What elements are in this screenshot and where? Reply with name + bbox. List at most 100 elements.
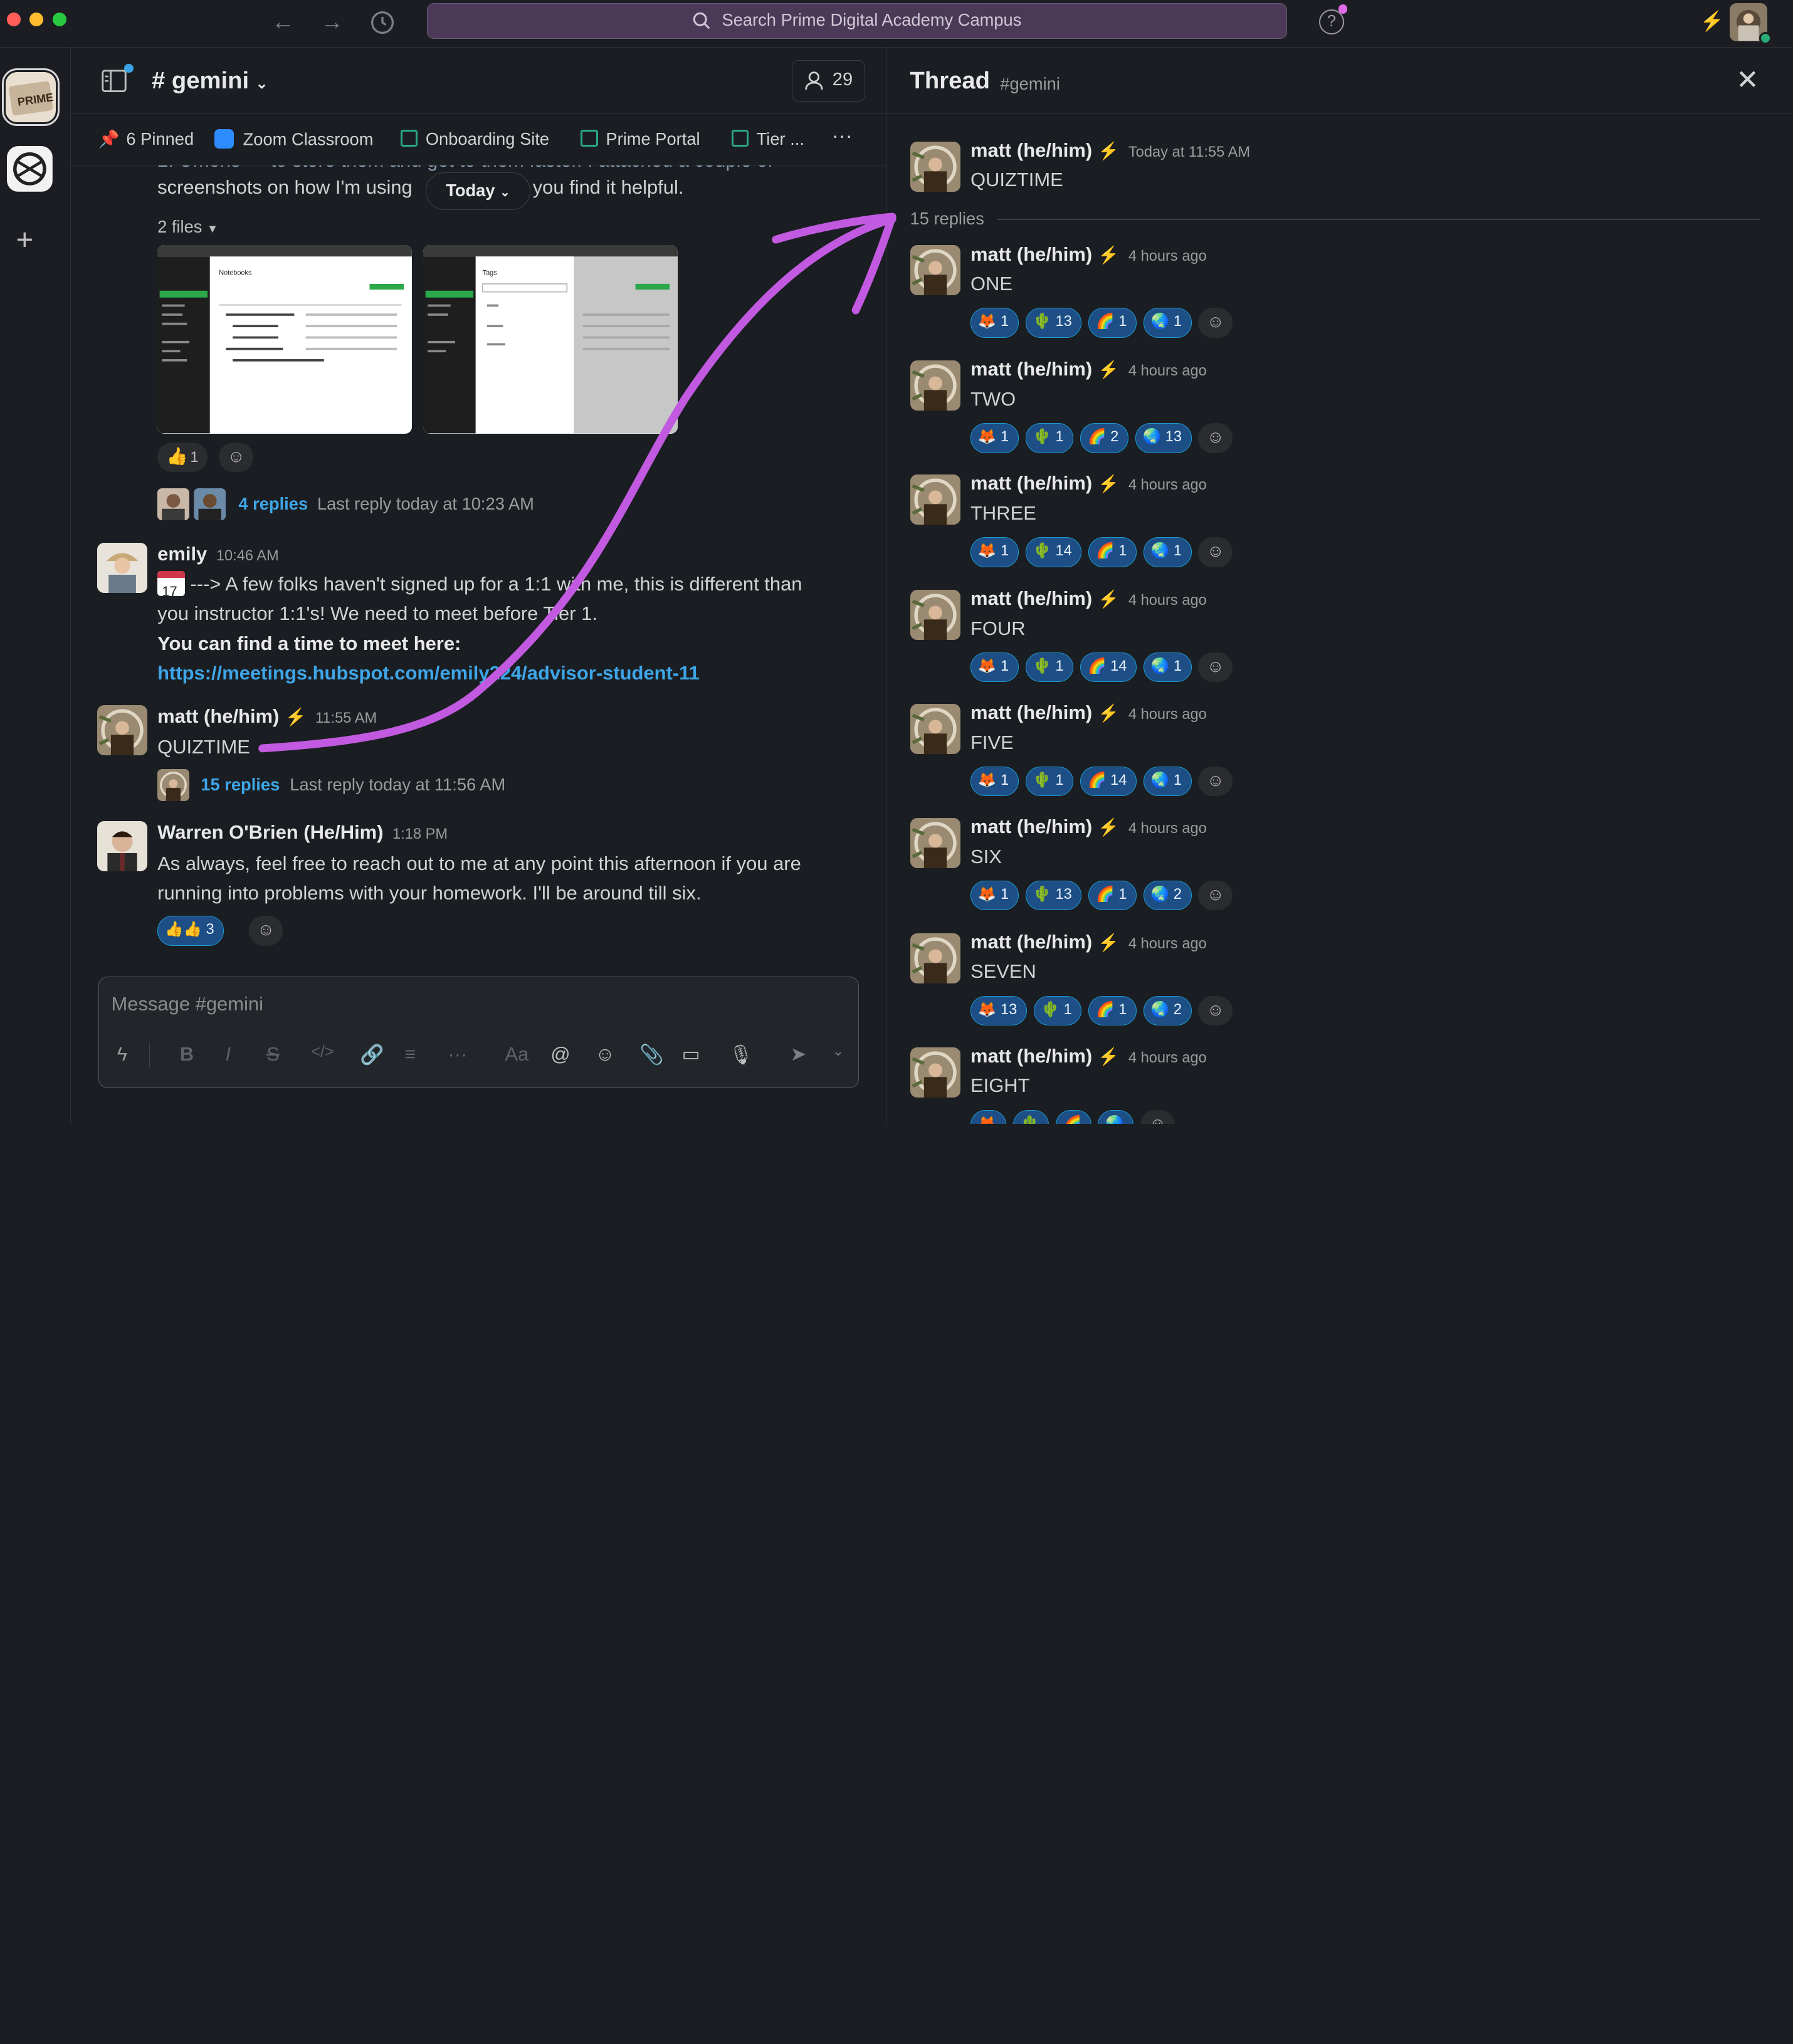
sender-name[interactable]: matt (he/him) [157, 705, 279, 727]
history-clock-icon[interactable] [366, 7, 398, 36]
sidebar-toggle-icon[interactable] [102, 70, 127, 97]
reaction-fox[interactable]: 🦊 1 [970, 423, 1019, 453]
reaction-rainbow[interactable]: 🌈 2 [1080, 423, 1128, 453]
sender-name[interactable]: matt (he/him) [970, 701, 1092, 723]
sender-name[interactable]: matt (he/him) [970, 243, 1092, 265]
bookmark-zoom[interactable]: Zoom Classroom [214, 128, 373, 149]
forward-arrow-icon[interactable]: → [316, 7, 348, 36]
reaction-cactus[interactable]: 🌵 1 [1033, 995, 1082, 1026]
add-reaction-icon[interactable]: ☺ [219, 443, 254, 473]
add-reaction-icon[interactable]: ☺ [1198, 308, 1233, 338]
send-options-icon[interactable]: ⌄ [833, 1043, 844, 1059]
add-reaction-icon[interactable]: ☺ [1198, 995, 1233, 1026]
reaction-fox[interactable]: 🦊 [970, 1109, 1006, 1124]
add-reaction-icon[interactable]: ☺ [248, 916, 283, 946]
emoji-icon[interactable]: ☺ [595, 1043, 615, 1066]
add-workspace-icon[interactable]: + [16, 223, 33, 257]
reaction-fox[interactable]: 🦊 1 [970, 308, 1019, 338]
avatar-matt[interactable] [910, 474, 960, 525]
video-icon[interactable]: ▭ [682, 1043, 700, 1066]
reaction-rainbow[interactable]: 🌈 [1055, 1109, 1091, 1124]
composer-input[interactable]: Message #gemini [112, 993, 263, 1015]
timestamp[interactable]: 4 hours ago [1128, 248, 1207, 265]
avatar-matt[interactable] [910, 141, 960, 192]
files-toggle[interactable]: 2 files ▼ [157, 217, 218, 237]
timestamp[interactable]: 4 hours ago [1128, 1050, 1207, 1066]
more-format-icon[interactable]: ··· [448, 1043, 467, 1066]
reaction-rainbow[interactable]: 🌈 1 [1088, 995, 1137, 1026]
send-icon[interactable]: ➤ [790, 1043, 806, 1066]
close-icon[interactable]: ✕ [1736, 64, 1759, 96]
sender-name[interactable]: matt (he/him) [970, 815, 1092, 837]
timestamp[interactable]: 4 hours ago [1128, 936, 1207, 952]
reaction-cactus[interactable]: 🌵 1 [1025, 423, 1074, 453]
timestamp[interactable]: 4 hours ago [1128, 477, 1207, 493]
reaction-fox[interactable]: 🦊 1 [970, 767, 1019, 797]
microphone-icon[interactable]: 🎙 [728, 1043, 753, 1066]
timestamp[interactable]: 4 hours ago [1128, 706, 1207, 723]
add-reaction-icon[interactable]: ☺ [1198, 881, 1233, 911]
reaction-globe[interactable]: 🌏 13 [1135, 423, 1192, 453]
avatar-matt[interactable] [910, 933, 960, 983]
add-reaction-icon[interactable]: ☺ [1198, 537, 1233, 567]
reaction-globe[interactable]: 🌏 2 [1143, 881, 1192, 911]
code-icon[interactable]: </> [311, 1043, 334, 1061]
add-reaction-icon[interactable]: ☺ [1198, 767, 1233, 797]
reaction-rainbow[interactable]: 🌈 1 [1088, 881, 1137, 911]
reaction-globe[interactable]: 🌏 1 [1143, 767, 1192, 797]
reaction-cactus[interactable]: 🌵 [1012, 1109, 1049, 1124]
avatar-matt[interactable] [910, 817, 960, 869]
avatar-matt[interactable] [910, 703, 960, 755]
sender-name[interactable]: matt (he/him) [970, 1045, 1092, 1067]
date-divider-button[interactable]: Today ⌄ [425, 172, 531, 210]
bookmark-prime-portal[interactable]: Prime Portal [581, 129, 700, 149]
link-icon[interactable]: 🔗 [360, 1043, 384, 1066]
sender-name[interactable]: emily [157, 543, 207, 565]
reaction-globe[interactable]: 🌏 2 [1143, 995, 1192, 1026]
timestamp[interactable]: Today at 11:55 AM [1128, 144, 1250, 160]
reaction-cactus[interactable]: 🌵 13 [1025, 881, 1082, 911]
italic-icon[interactable]: I [226, 1043, 231, 1066]
reaction-cactus[interactable]: 🌵 13 [1025, 308, 1082, 338]
timestamp[interactable]: 4 hours ago [1128, 820, 1207, 837]
bold-icon[interactable]: B [180, 1043, 194, 1066]
bookmark-tier[interactable]: Tier ... [731, 129, 804, 149]
avatar-warren[interactable] [97, 821, 147, 872]
avatar-matt[interactable] [97, 705, 147, 755]
timestamp[interactable]: 1:18 PM [392, 826, 448, 842]
avatar-emily[interactable] [97, 543, 147, 594]
close-window-button[interactable] [6, 13, 21, 26]
channel-name-button[interactable]: # gemini ⌄ [152, 67, 268, 95]
text-format-icon[interactable]: Aa [505, 1043, 528, 1066]
back-arrow-icon[interactable]: ← [267, 7, 299, 36]
thread-channel[interactable]: #gemini [1000, 74, 1060, 94]
reaction-fox[interactable]: 🦊 13 [970, 995, 1027, 1026]
mention-icon[interactable]: @ [550, 1043, 570, 1066]
reaction-fox[interactable]: 🦊 1 [970, 537, 1019, 567]
avatar-matt[interactable] [910, 245, 960, 296]
reaction-globe[interactable]: 🌏 1 [1143, 537, 1192, 567]
reaction-cactus[interactable]: 🌵 14 [1025, 537, 1082, 567]
bookmark-pinned[interactable]: 📌 6 Pinned [98, 129, 194, 149]
message-composer[interactable]: Message #gemini ϟ B I S </> 🔗 ≡ ··· Aa @… [98, 976, 860, 1089]
minimize-window-button[interactable] [29, 13, 44, 26]
avatar-matt[interactable] [910, 589, 960, 641]
shortcuts-bolt-icon[interactable]: ϟ [117, 1043, 127, 1066]
sender-name[interactable]: matt (he/him) [970, 587, 1092, 609]
reaction-globe[interactable]: 🌏 1 [1143, 308, 1192, 338]
reaction-globe[interactable]: 🌏 1 [1143, 653, 1192, 683]
reaction-cactus[interactable]: 🌵 1 [1025, 653, 1074, 683]
timestamp[interactable]: 4 hours ago [1128, 592, 1207, 609]
more-bookmarks-icon[interactable]: ··· [832, 123, 853, 147]
sender-name[interactable]: matt (he/him) [970, 472, 1092, 494]
add-reaction-icon[interactable]: ☺ [1140, 1109, 1175, 1124]
search-bar[interactable]: Search Prime Digital Academy Campus [426, 3, 1287, 39]
reaction-rainbow[interactable]: 🌈 1 [1088, 537, 1137, 567]
reaction-cactus[interactable]: 🌵 1 [1025, 767, 1074, 797]
replies-link-1[interactable]: 4 replies [238, 494, 308, 514]
reaction-thumbsup[interactable]: 👍 1 [157, 443, 208, 473]
avatar-matt[interactable] [910, 1047, 960, 1098]
bookmark-onboarding[interactable]: Onboarding Site [400, 129, 549, 149]
list-icon[interactable]: ≡ [404, 1043, 416, 1066]
timestamp[interactable]: 11:55 AM [315, 710, 377, 726]
